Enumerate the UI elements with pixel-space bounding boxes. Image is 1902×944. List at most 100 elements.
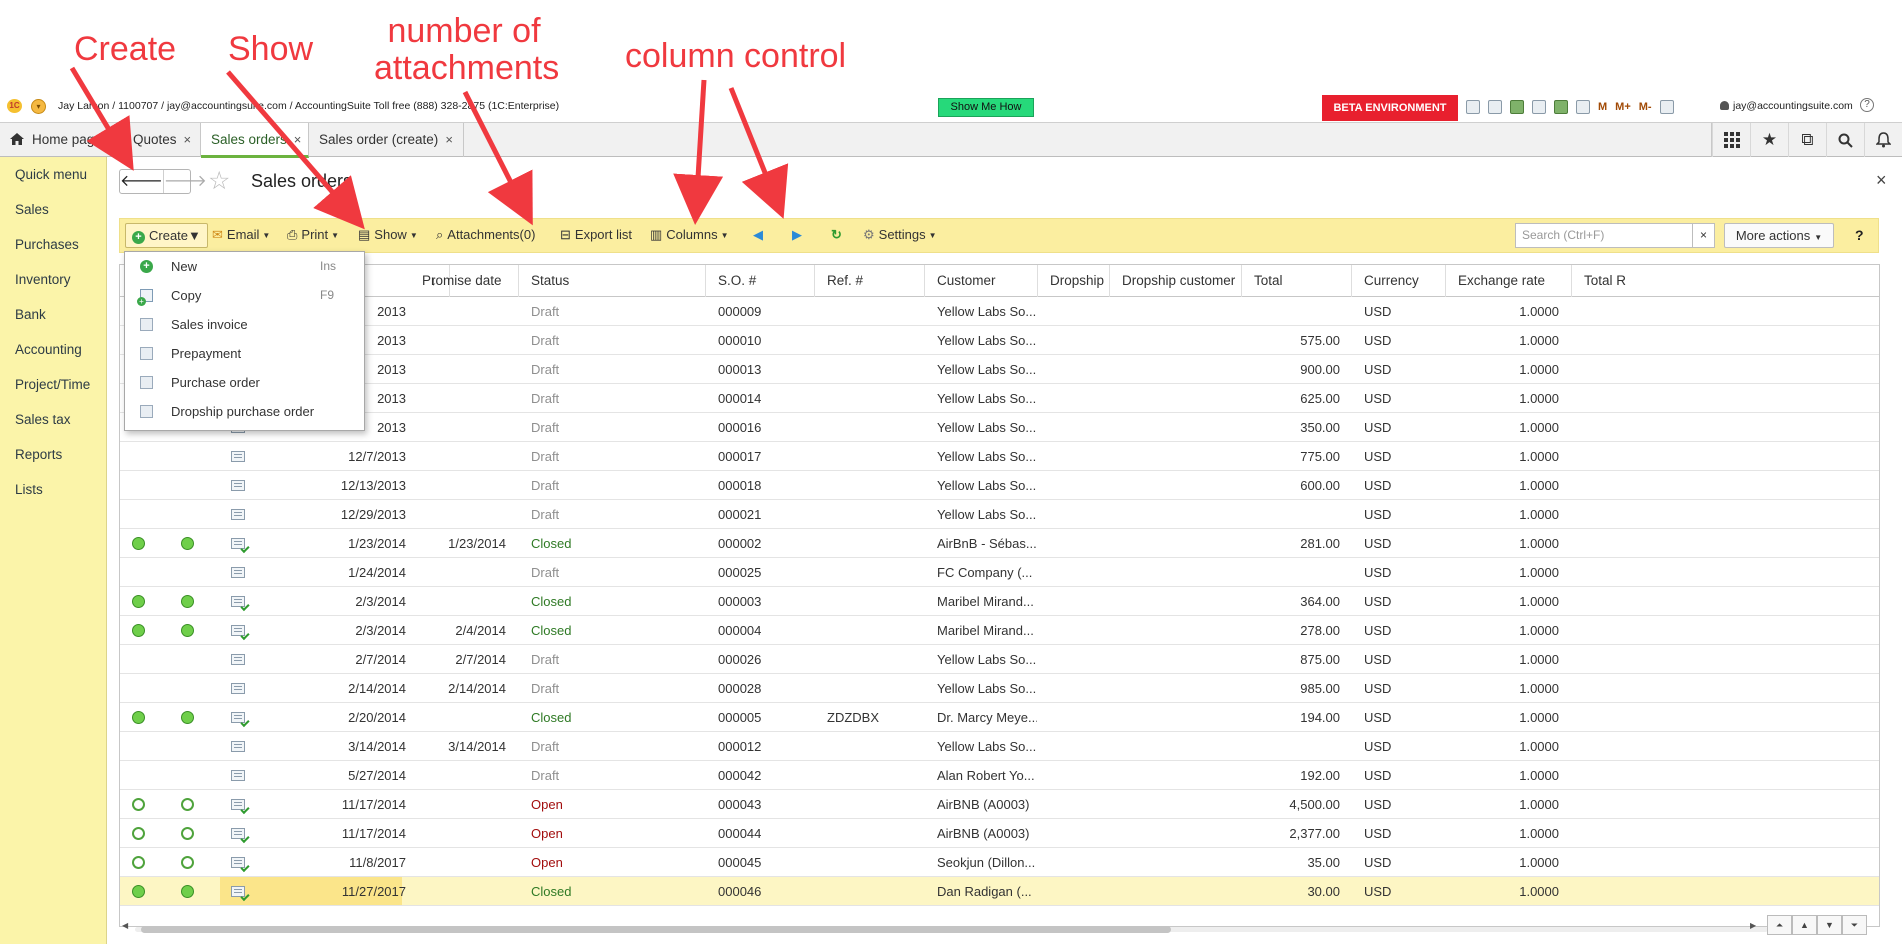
page-down-button[interactable]: ▼ (1817, 915, 1842, 935)
table-row[interactable]: 2013 Draft 000014 Yellow Labs So... 625.00 US… (120, 384, 1879, 413)
column-header-dropship[interactable]: Dropship (1038, 265, 1110, 297)
main-menu-icon[interactable]: ▾ (31, 99, 46, 114)
panel-layout-icon[interactable] (1659, 100, 1674, 114)
download-icon[interactable] (1510, 100, 1524, 114)
table-row[interactable]: 2013 Draft 000010 Yellow Labs So... 575.00 US… (120, 326, 1879, 355)
table-row[interactable]: 11/27/2017 Closed 000046 Dan Radigan (... 30… (120, 877, 1879, 906)
calculator-icon[interactable] (1554, 100, 1568, 114)
show-button[interactable]: ▤ Show ▼ (358, 227, 418, 243)
table-row[interactable]: 12/13/2013 Draft 000018 Yellow Labs So... 60… (120, 471, 1879, 500)
tab-home-page[interactable]: Home page (0, 123, 123, 157)
table-row[interactable]: 2/20/2014 Closed 000005 ZDZDBX Dr. Marcy Mey… (120, 703, 1879, 732)
refresh-button[interactable]: ↻ (831, 227, 842, 243)
table-row[interactable]: 1/23/2014 1/23/2014 Closed 000002 AirBnB - S… (120, 529, 1879, 558)
table-row[interactable]: 5/27/2014 Draft 000042 Alan Robert Yo... 192… (120, 761, 1879, 790)
help-icon[interactable]: ? (1860, 98, 1874, 112)
menu-item-purchase-order[interactable]: Purchase order (125, 368, 364, 397)
table-row[interactable]: 11/17/2014 Open 000043 AirBNB (A0003) 4,500.… (120, 790, 1879, 819)
column-header-total[interactable]: Total (1242, 265, 1352, 297)
memory-minus-button[interactable]: M- (1639, 101, 1652, 113)
scroll-left-icon[interactable]: ◀ (122, 921, 128, 930)
column-header-promise-date[interactable]: Promise date (410, 265, 519, 297)
export-list-button[interactable]: ⊟ Export list (560, 227, 632, 243)
memory-m-button[interactable]: M (1598, 101, 1607, 113)
menu-item-new[interactable]: + New Ins (125, 252, 364, 281)
menu-item-prepayment[interactable]: Prepayment (125, 339, 364, 368)
sidebar-item-sales[interactable]: Sales (15, 202, 49, 217)
sidebar-item-sales-tax[interactable]: Sales tax (15, 412, 71, 427)
go-to-first-button[interactable]: ⏶ (1767, 915, 1792, 935)
table-row[interactable]: 2013 Draft 000009 Yellow Labs So... USD 1.000… (120, 297, 1879, 326)
create-button[interactable]: + Create▼ (125, 223, 208, 248)
sidebar-item-project-time[interactable]: Project/Time (15, 377, 90, 392)
column-header-total-r[interactable]: Total R (1572, 265, 1879, 297)
move-column-right-button[interactable]: ▶ (792, 227, 802, 243)
help-button[interactable]: ? (1855, 227, 1864, 243)
show-me-how-button[interactable]: Show Me How (938, 98, 1034, 117)
clear-search-icon[interactable]: × (1692, 224, 1714, 247)
notifications-bell-icon[interactable] (1864, 123, 1902, 157)
table-row[interactable]: 12/29/2013 Draft 000021 Yellow Labs So... US… (120, 500, 1879, 529)
table-row[interactable]: 2/14/2014 2/14/2014 Draft 000028 Yellow Labs… (120, 674, 1879, 703)
column-header-so-number[interactable]: S.O. # (706, 265, 815, 297)
table-row[interactable]: 1/24/2014 Draft 000025 FC Company (... USD 1.… (120, 558, 1879, 587)
sidebar-item-lists[interactable]: Lists (15, 482, 43, 497)
close-tab-icon[interactable]: × (184, 132, 192, 147)
close-tab-icon[interactable]: × (294, 132, 302, 147)
tab-sales-order-create[interactable]: Sales order (create) × (309, 123, 464, 157)
table-row[interactable]: 12/7/2013 Draft 000017 Yellow Labs So... 775… (120, 442, 1879, 471)
menu-item-dropship-purchase-order[interactable]: Dropship purchase order (125, 397, 364, 426)
table-row[interactable]: 3/14/2014 3/14/2014 Draft 000012 Yellow Labs… (120, 732, 1879, 761)
table-row[interactable]: 2/3/2014 Closed 000003 Maribel Mirand... 364… (120, 587, 1879, 616)
email-button[interactable]: ✉ Email ▼ (212, 227, 270, 243)
settings-button[interactable]: ⚙ Settings ▼ (863, 227, 937, 243)
apps-grid-icon[interactable] (1712, 123, 1750, 157)
page-up-button[interactable]: ▲ (1792, 915, 1817, 935)
printer-preview-icon[interactable] (1532, 100, 1546, 114)
sidebar-item-accounting[interactable]: Accounting (15, 342, 82, 357)
scrollbar-thumb[interactable] (141, 926, 1171, 933)
save-icon[interactable] (1466, 100, 1480, 114)
move-column-left-button[interactable]: ◀ (753, 227, 763, 243)
favorites-star-icon[interactable]: ★ (1750, 123, 1788, 157)
column-header-customer[interactable]: Customer (925, 265, 1038, 297)
table-row[interactable]: 11/17/2014 Open 000044 AirBNB (A0003) 2,377.… (120, 819, 1879, 848)
sidebar-item-reports[interactable]: Reports (15, 447, 62, 462)
sidebar-item-inventory[interactable]: Inventory (15, 272, 71, 287)
column-header-ref-number[interactable]: Ref. # (815, 265, 925, 297)
columns-button[interactable]: ▥ Columns ▼ (650, 227, 729, 243)
table-row[interactable]: 2013 Draft 000016 Yellow Labs So... 350.00 US… (120, 413, 1879, 442)
close-form-icon[interactable]: × (1876, 170, 1887, 191)
sidebar-item-bank[interactable]: Bank (15, 307, 46, 322)
more-actions-button[interactable]: More actions ▼ (1724, 223, 1834, 248)
sidebar-item-purchases[interactable]: Purchases (15, 237, 79, 252)
forward-arrow-icon[interactable]: 🡒 (164, 170, 207, 193)
table-row[interactable]: 11/8/2017 Open 000045 Seokjun (Dillon... 35.… (120, 848, 1879, 877)
attachments-button[interactable]: ⌕ Attachments(0) (436, 227, 535, 243)
table-row[interactable]: 2/7/2014 2/7/2014 Draft 000026 Yellow Labs S… (120, 645, 1879, 674)
calendar-icon[interactable] (1576, 100, 1590, 114)
close-tab-icon[interactable]: × (445, 132, 453, 147)
memory-plus-button[interactable]: M+ (1615, 101, 1631, 113)
search-icon[interactable] (1826, 123, 1864, 157)
scroll-right-icon[interactable]: ▶ (1750, 921, 1756, 930)
favorite-star-icon[interactable]: ☆ (208, 168, 230, 194)
print-button[interactable]: ⎙ Print ▼ (287, 227, 339, 243)
go-to-last-button[interactable]: ⏷ (1842, 915, 1867, 935)
table-row[interactable]: 2013 Draft 000013 Yellow Labs So... 900.00 US… (120, 355, 1879, 384)
tab-sales-orders[interactable]: Sales orders × (201, 123, 309, 158)
column-header-currency[interactable]: Currency (1352, 265, 1446, 297)
column-header-dropship-customer[interactable]: Dropship customer (1110, 265, 1242, 297)
sidebar-item-quick-menu[interactable]: Quick menu (15, 167, 87, 182)
history-icon[interactable]: ⧉ (1788, 123, 1826, 157)
menu-item-sales-invoice[interactable]: Sales invoice (125, 310, 364, 339)
search-input[interactable]: Search (Ctrl+F) × (1515, 223, 1715, 248)
table-row[interactable]: 2/3/2014 2/4/2014 Closed 000004 Maribel Mira… (120, 616, 1879, 645)
tab-quotes[interactable]: Quotes × (123, 123, 201, 157)
back-arrow-icon[interactable]: 🡐 (120, 170, 164, 193)
horizontal-scrollbar[interactable] (135, 925, 1768, 933)
account-menu[interactable]: jay@accountingsuite.com ? (1720, 98, 1874, 112)
column-header-exchange-rate[interactable]: Exchange rate (1446, 265, 1572, 297)
print-icon[interactable] (1488, 100, 1502, 114)
menu-item-copy[interactable]: Copy F9 (125, 281, 364, 310)
